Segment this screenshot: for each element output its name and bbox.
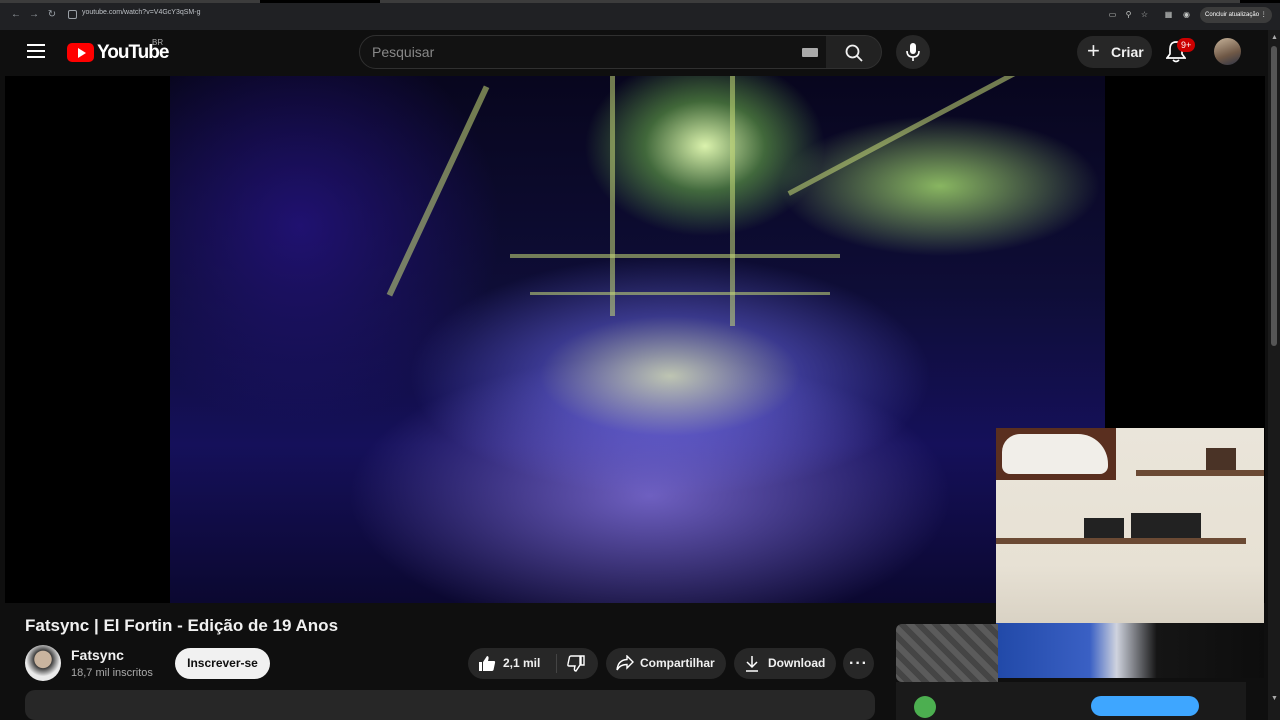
shelf-item: [1084, 518, 1124, 538]
stage-truss: [386, 85, 490, 297]
share-label: Compartilhar: [640, 656, 715, 670]
page-scrollbar[interactable]: ▲ ▼: [1268, 30, 1280, 720]
update-button[interactable]: Concluir atualização ⋮: [1200, 7, 1272, 23]
create-button[interactable]: + Criar: [1077, 36, 1152, 68]
voice-search-button[interactable]: [896, 35, 930, 69]
tab-active[interactable]: [0, 0, 260, 3]
shelf-item: [1206, 448, 1236, 470]
ad-action-button[interactable]: [1091, 696, 1199, 716]
like-button[interactable]: 2,1 mil: [468, 648, 556, 679]
download-label: Download: [768, 656, 826, 670]
update-label: Concluir atualização: [1205, 12, 1260, 18]
like-dislike-group: 2,1 mil: [468, 648, 598, 679]
extensions-icon[interactable]: ▦: [1164, 10, 1173, 19]
scrollbar-thumb[interactable]: [1271, 46, 1277, 346]
like-count: 2,1 mil: [503, 656, 541, 670]
sidebar-ad-card[interactable]: [896, 682, 1246, 720]
search-icon: [845, 44, 863, 62]
sidebar-thumbnail[interactable]: [896, 624, 998, 682]
notification-badge: 9+: [1177, 38, 1196, 52]
shelf-item: [1131, 513, 1201, 538]
share-button[interactable]: Compartilhar: [606, 648, 726, 679]
search-input[interactable]: [372, 36, 792, 68]
bookmark-star-icon[interactable]: ☆: [1140, 10, 1149, 19]
forward-icon[interactable]: →: [28, 9, 40, 21]
wall-shelf: [1136, 470, 1264, 476]
hamburger-menu-icon[interactable]: [27, 44, 45, 58]
reload-icon[interactable]: ↻: [46, 9, 58, 21]
zoom-icon[interactable]: ⚲: [1124, 10, 1133, 19]
channel-name[interactable]: Fatsync: [71, 647, 124, 663]
stage-truss: [730, 76, 735, 326]
car-picture-frame: [996, 428, 1116, 480]
plus-icon: +: [1087, 38, 1100, 63]
youtube-page: YouTube BR + Criar 9+: [0, 30, 1280, 720]
url-text[interactable]: youtube.com/watch?v=V4GcY3qSM-g: [82, 9, 200, 16]
channel-avatar[interactable]: [25, 645, 61, 681]
stage-truss: [787, 76, 1073, 196]
tab-inactive[interactable]: [380, 0, 1240, 3]
dislike-button[interactable]: [557, 648, 598, 679]
tab-strip: [0, 0, 1280, 3]
profile-icon[interactable]: ◉: [1182, 10, 1191, 19]
scroll-up-icon[interactable]: ▲: [1271, 34, 1278, 41]
thumbs-up-icon: [479, 656, 496, 671]
thumbs-down-icon: [567, 655, 585, 672]
webcam-overlay: [996, 428, 1264, 678]
site-info-icon[interactable]: [68, 10, 77, 19]
video-frame[interactable]: [170, 76, 1105, 603]
microphone-icon: [906, 43, 920, 61]
back-icon[interactable]: ←: [10, 9, 22, 21]
stage-truss: [530, 292, 830, 295]
keyboard-icon[interactable]: [802, 48, 818, 57]
youtube-play-icon: [67, 43, 94, 62]
scroll-down-icon[interactable]: ▼: [1271, 695, 1278, 702]
download-icon: [746, 656, 758, 672]
subscribe-button[interactable]: Inscrever-se: [175, 648, 270, 679]
share-icon: [616, 655, 634, 671]
more-actions-button[interactable]: ···: [843, 648, 874, 679]
search-button[interactable]: [826, 35, 882, 69]
more-icon: ···: [849, 655, 868, 672]
video-title: Fatsync | El Fortin - Edição de 19 Anos: [25, 616, 339, 635]
address-bar[interactable]: youtube.com/watch?v=V4GcY3qSM-g: [62, 6, 1192, 24]
masthead: YouTube BR + Criar 9+: [0, 30, 1268, 76]
stage-truss: [510, 254, 840, 258]
country-code: BR: [152, 38, 164, 47]
create-label: Criar: [1111, 44, 1144, 60]
download-button[interactable]: Download: [734, 648, 836, 679]
browser-toolbar: ← → ↻ youtube.com/watch?v=V4GcY3qSM-g ▭ …: [0, 0, 1280, 30]
wall-shelf: [996, 538, 1246, 544]
webcam-foreground: [996, 623, 1264, 678]
stage-truss: [610, 76, 615, 316]
search-box: [359, 35, 827, 69]
cast-icon[interactable]: ▭: [1108, 10, 1117, 19]
advertiser-icon: [914, 696, 936, 718]
account-avatar[interactable]: [1214, 38, 1241, 65]
description-box[interactable]: [25, 690, 875, 720]
subscriber-count: 18,7 mil inscritos: [71, 667, 153, 679]
